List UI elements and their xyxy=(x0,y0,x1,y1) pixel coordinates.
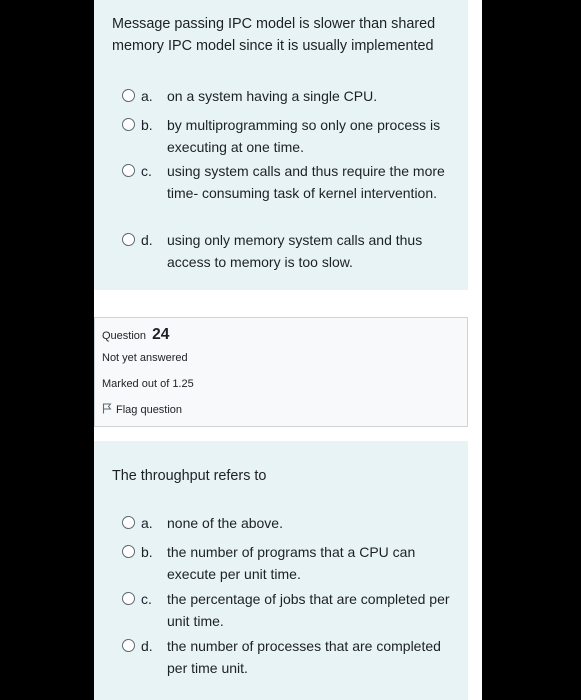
answer-letter: a. xyxy=(141,515,153,531)
question-23-content: Message passing IPC model is slower than… xyxy=(94,0,468,290)
answer-letter: c. xyxy=(141,163,152,179)
answer-text[interactable]: using system calls and thus require the … xyxy=(167,160,452,204)
answer-text[interactable]: none of the above. xyxy=(167,512,452,534)
question-23-text: Message passing IPC model is slower than… xyxy=(112,16,436,54)
radio-button-icon[interactable] xyxy=(122,516,135,529)
answer-letter: d. xyxy=(141,232,153,248)
answer-text[interactable]: the percentage of jobs that are complete… xyxy=(167,588,452,632)
radio-button-icon[interactable] xyxy=(122,545,135,558)
answer-letter: c. xyxy=(141,591,152,607)
answer-text[interactable]: the number of processes that are complet… xyxy=(167,635,452,679)
quiz-page: Message passing IPC model is slower than… xyxy=(94,0,482,700)
answer-letter: b. xyxy=(141,544,153,560)
answer-text[interactable]: the number of programs that a CPU can ex… xyxy=(167,541,452,585)
question-state: Not yet answered xyxy=(102,352,188,364)
radio-button-icon[interactable] xyxy=(122,89,135,102)
question-label: Question xyxy=(102,330,147,342)
radio-button-icon[interactable] xyxy=(122,233,135,246)
flag-question-link[interactable]: Flag question xyxy=(102,402,182,418)
radio-button-icon[interactable] xyxy=(122,164,135,177)
radio-button-icon[interactable] xyxy=(122,592,135,605)
answer-text[interactable]: on a system having a single CPU. xyxy=(167,85,452,107)
answer-letter: a. xyxy=(141,88,153,104)
question-number-value: 24 xyxy=(152,326,170,343)
answer-text[interactable]: by multiprogramming so only one process … xyxy=(167,114,452,158)
radio-button-icon[interactable] xyxy=(122,118,135,131)
radio-button-icon[interactable] xyxy=(122,639,135,652)
answer-text[interactable]: using only memory system calls and thus … xyxy=(167,229,452,273)
question-24-content: The throughput refers to a. none of the … xyxy=(94,441,468,700)
question-24-text: The throughput refers to xyxy=(112,468,267,484)
question-number: Question 24 xyxy=(102,324,169,347)
question-grade: Marked out of 1.25 xyxy=(102,378,194,390)
flag-question-label[interactable]: Flag question xyxy=(116,404,182,416)
question-24-info: Question 24 Not yet answered Marked out … xyxy=(94,317,468,427)
flag-icon[interactable] xyxy=(102,403,112,414)
answer-letter: b. xyxy=(141,117,153,133)
answer-letter: d. xyxy=(141,638,153,654)
